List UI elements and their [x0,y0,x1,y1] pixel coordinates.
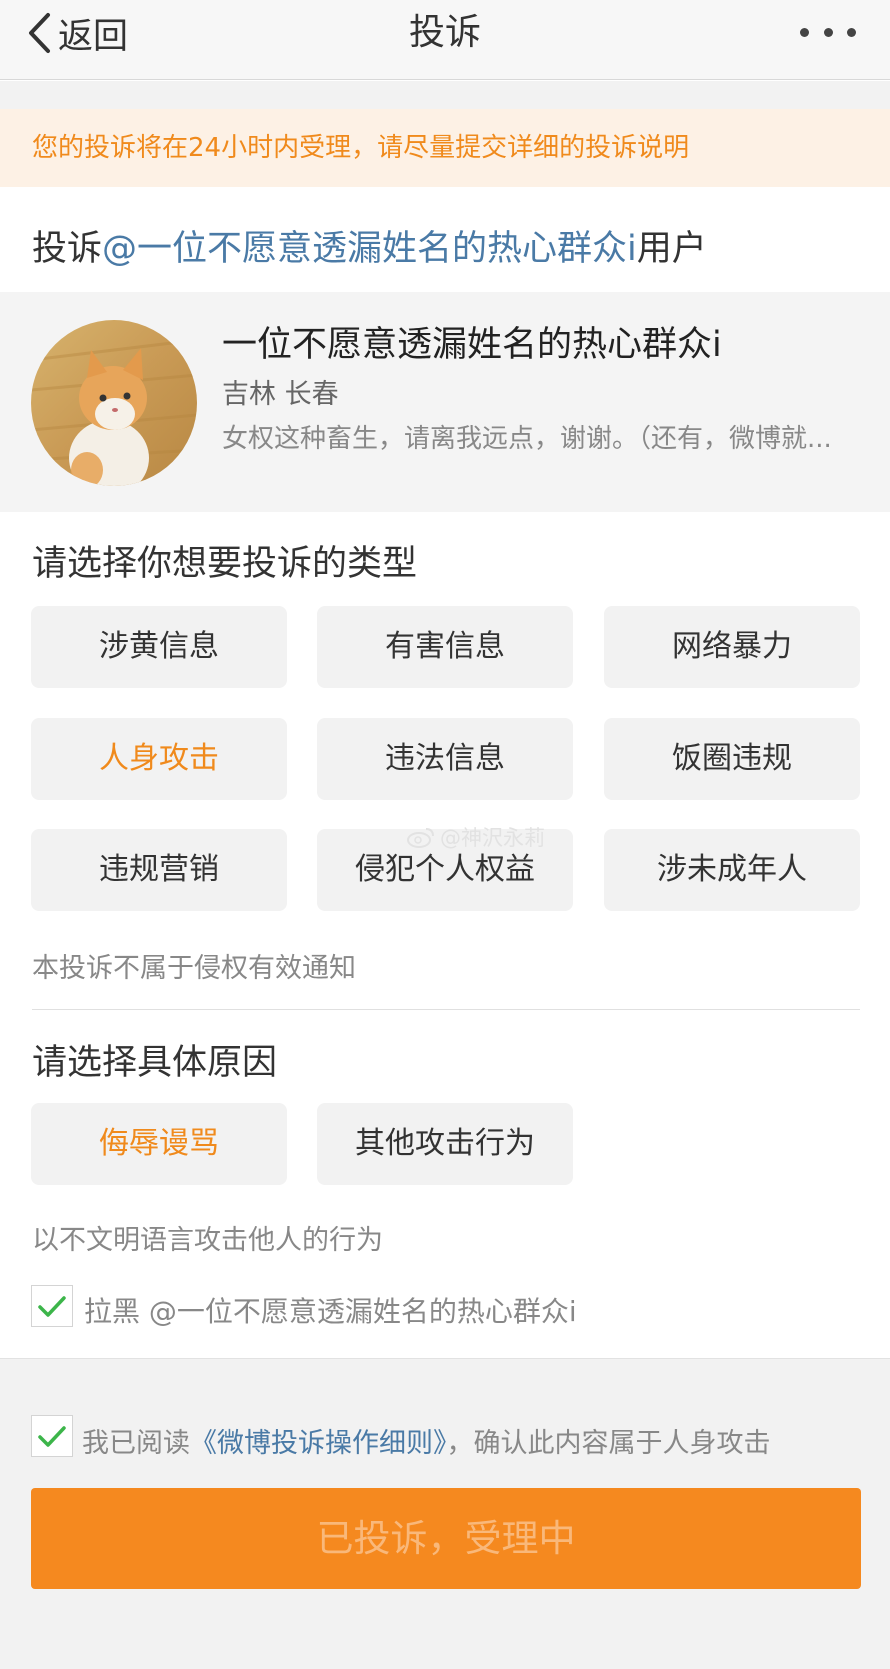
spacer [0,81,890,109]
type-option[interactable]: 违规营销 [31,829,287,911]
type-option[interactable]: 涉未成年人 [604,829,860,911]
block-label[interactable]: 拉黑 @一位不愿意透漏姓名的热心群众i [84,1290,577,1330]
agreement-prefix: 我已阅读 [82,1428,190,1459]
user-name: 一位不愿意透漏姓名的热心群众i [222,325,722,365]
user-card[interactable]: 一位不愿意透漏姓名的热心群众i 吉林 长春 女权这种畜生，请离我远点，谢谢。（还… [0,292,890,512]
target-suffix: 用户 [636,229,707,269]
agreement-suffix: ，确认此内容属于人身攻击 [446,1428,771,1459]
avatar[interactable] [31,320,197,486]
watermark-text: @神沢永莉 [440,826,545,850]
type-option[interactable]: 有害信息 [317,606,573,688]
reason-option-selected[interactable]: 侮辱谩骂 [31,1103,287,1185]
reason-hint: 以不文明语言攻击他人的行为 [32,1225,383,1256]
rules-link[interactable]: 《微博投诉操作细则》 [190,1428,447,1459]
agreement-checkbox[interactable] [31,1415,73,1457]
watermark: @神沢永莉 [406,822,545,852]
complaint-type-title: 请选择你想要投诉的类型 [32,544,418,584]
block-checkbox[interactable] [31,1285,73,1327]
target-mention-link[interactable]: @一位不愿意透漏姓名的热心群众i [102,229,637,269]
type-option-selected[interactable]: 人身攻击 [31,718,287,800]
agreement-label: 我已阅读《微博投诉操作细则》，确认此内容属于人身攻击 [82,1421,771,1460]
divider [32,1009,860,1010]
type-option[interactable]: 涉黄信息 [31,606,287,688]
type-option[interactable]: 饭圈违规 [604,718,860,800]
complaint-target: 投诉@一位不愿意透漏姓名的热心群众i用户 [32,220,707,271]
notice-banner: 您的投诉将在24小时内受理，请尽量提交详细的投诉说明 [0,109,890,187]
reason-title: 请选择具体原因 [32,1043,278,1083]
type-option[interactable]: 网络暴力 [604,606,860,688]
type-option[interactable]: 违法信息 [317,718,573,800]
submit-button[interactable]: 已投诉，受理中 [31,1488,861,1589]
more-icon[interactable] [800,22,856,42]
checkmark-icon [38,1296,66,1317]
reason-option[interactable]: 其他攻击行为 [317,1103,573,1185]
nav-bar: 返回 投诉 [0,0,890,80]
type-hint: 本投诉不属于侵权有效通知 [32,953,356,984]
target-prefix: 投诉 [32,229,103,269]
user-bio: 女权这种畜生，请离我远点，谢谢。（还有，微博就... [222,424,832,454]
checkmark-icon [38,1426,66,1447]
user-location: 吉林 长春 [222,379,339,410]
weibo-logo-icon [407,828,434,848]
page-title: 投诉 [408,12,481,53]
